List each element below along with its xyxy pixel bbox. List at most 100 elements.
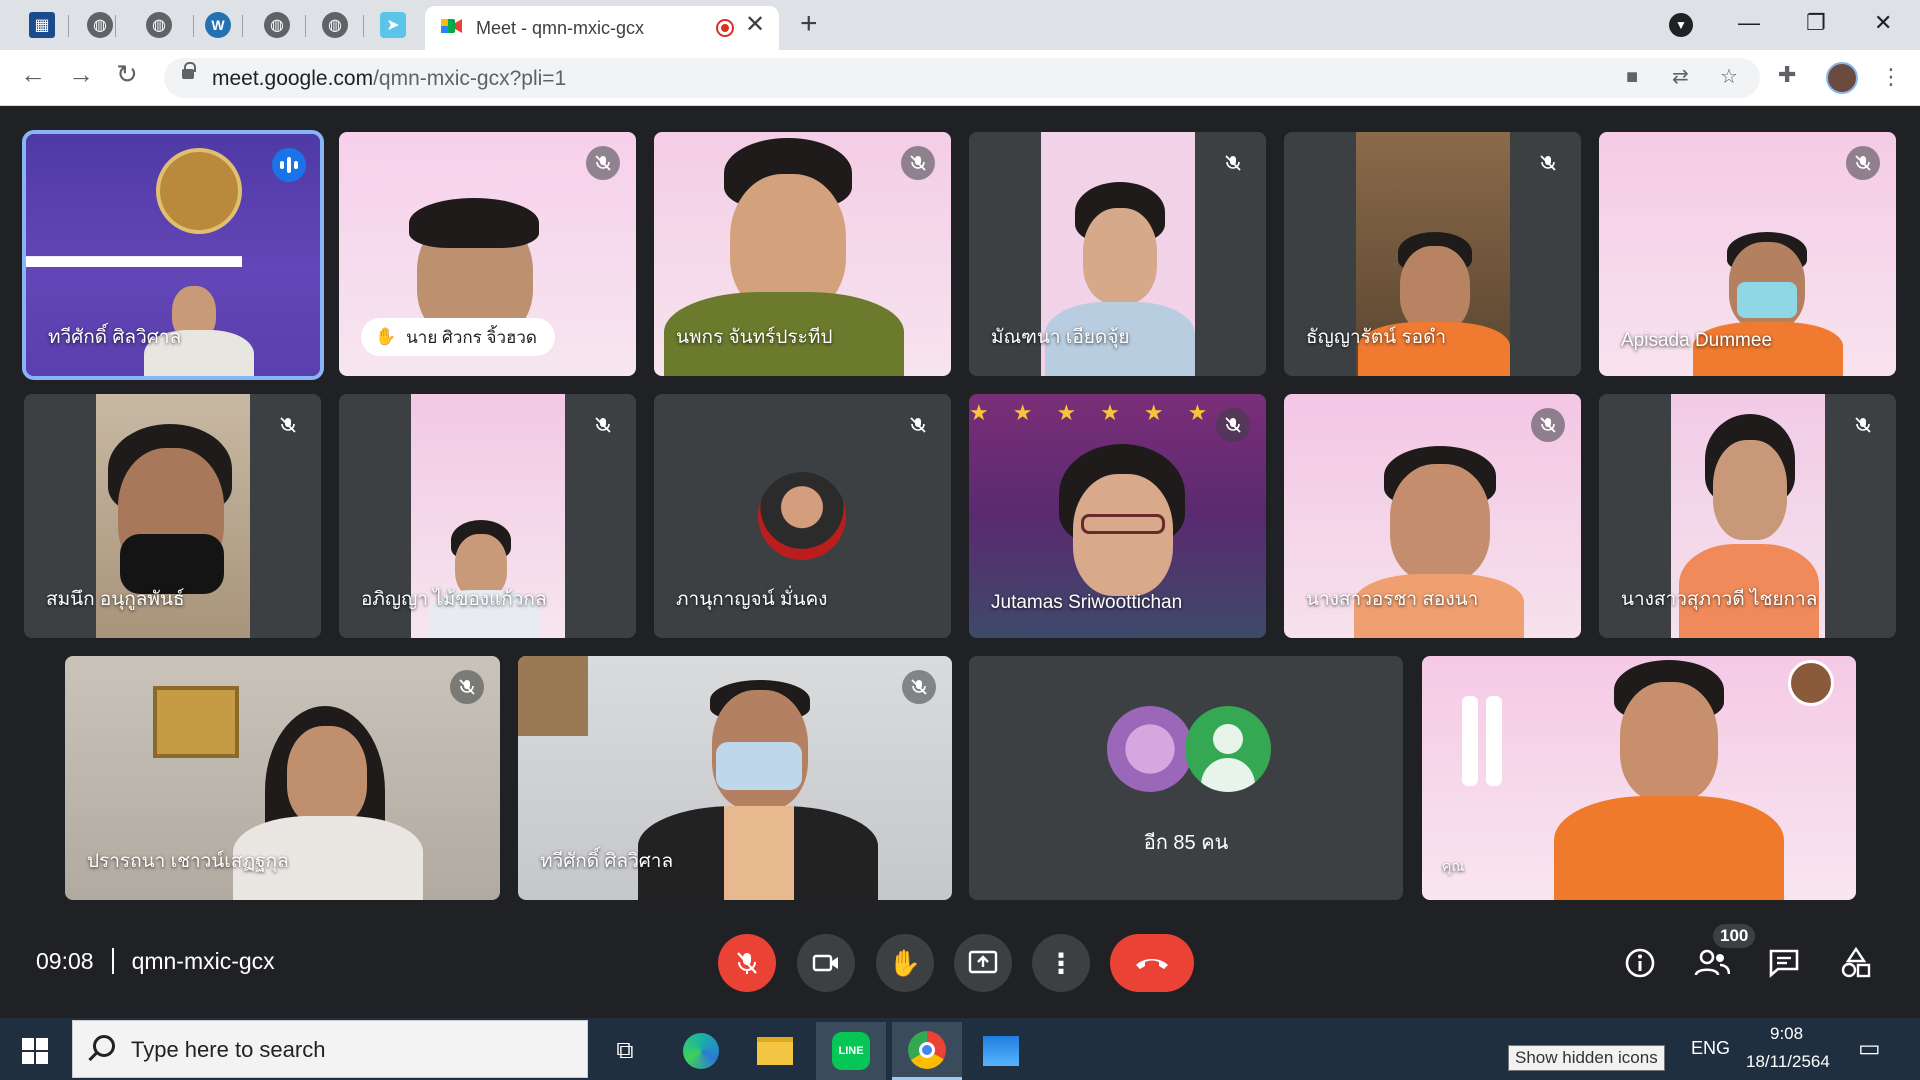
participant-tile[interactable]: นางสาวสุภาวดี ไชยกาล bbox=[1599, 394, 1896, 638]
mic-off-icon bbox=[737, 952, 757, 974]
participants-count-badge: 100 bbox=[1713, 924, 1756, 948]
translate-icon[interactable]: ⇄ bbox=[1672, 67, 1689, 87]
chat-button[interactable] bbox=[1766, 945, 1802, 981]
leave-call-button[interactable] bbox=[1110, 934, 1194, 992]
tab-google-meet[interactable]: Meet - qmn-mxic-gcx ✕ bbox=[425, 6, 779, 50]
others-tile[interactable]: อีก 85 คน bbox=[969, 656, 1403, 900]
reload-button[interactable]: ↻ bbox=[116, 61, 138, 87]
participant-tile[interactable]: ★★★★★★ Jutamas Sriwoottichan bbox=[969, 394, 1266, 638]
windows-start-button[interactable] bbox=[22, 1038, 48, 1064]
video-camera-icon bbox=[812, 954, 838, 972]
clock-time[interactable]: 9:08 bbox=[1770, 1024, 1803, 1044]
task-view-button[interactable]: ⧉ bbox=[590, 1022, 660, 1080]
taskbar-app-edge[interactable] bbox=[666, 1022, 736, 1080]
wordpress-icon[interactable]: W bbox=[205, 12, 231, 38]
mic-off-icon bbox=[1531, 408, 1565, 442]
participant-tile[interactable]: ปรารถนา เชาวน์เสฏฐกุล bbox=[65, 656, 500, 900]
taskbar-app-chrome[interactable] bbox=[892, 1022, 962, 1080]
globe-icon[interactable]: ◍ bbox=[146, 12, 172, 38]
tab-divider bbox=[115, 15, 116, 37]
meeting-info: 09:08 qmn-mxic-gcx bbox=[36, 948, 275, 975]
restore-button[interactable]: ❐ bbox=[1806, 10, 1826, 36]
self-view-tile[interactable]: คุณ bbox=[1422, 656, 1856, 900]
bird-icon[interactable]: ➤ bbox=[380, 12, 406, 38]
participant-tile[interactable]: Apisada Dummee bbox=[1599, 132, 1896, 376]
speaking-indicator-icon bbox=[272, 148, 306, 182]
edge-icon bbox=[683, 1033, 719, 1069]
globe-icon[interactable]: ◍ bbox=[264, 12, 290, 38]
globe-icon[interactable]: ◍ bbox=[87, 12, 113, 38]
taskbar-app-file-explorer[interactable] bbox=[740, 1022, 810, 1080]
participant-tile[interactable]: มัณฑนา เอียดจุ้ย bbox=[969, 132, 1266, 376]
participant-avatar bbox=[758, 472, 846, 560]
meeting-details-button[interactable] bbox=[1622, 945, 1658, 981]
participant-tile[interactable]: ▬▬▬▬▬▬ ทวีศักดิ์ ศิลวิศาล bbox=[26, 134, 320, 376]
mic-off-icon bbox=[1846, 408, 1880, 442]
mic-off-icon bbox=[586, 408, 620, 442]
participant-name: นาย ศิวกร จิ้วฮวด bbox=[406, 327, 537, 347]
clock-date[interactable]: 18/11/2564 bbox=[1746, 1052, 1830, 1072]
participant-tile[interactable]: ทวีศักดิ์ ศิลวิศาล bbox=[518, 656, 952, 900]
glasses bbox=[1081, 514, 1165, 534]
new-tab-button[interactable]: + bbox=[800, 9, 818, 39]
participant-tile[interactable]: สมนึก อนุกูลพันธ์ bbox=[24, 394, 321, 638]
close-window-button[interactable]: ✕ bbox=[1874, 10, 1892, 36]
meeting-time: 09:08 bbox=[36, 948, 94, 974]
globe-icon[interactable]: ◍ bbox=[322, 12, 348, 38]
lock-icon[interactable] bbox=[182, 62, 196, 79]
back-button[interactable]: ← bbox=[20, 61, 46, 87]
tab-divider bbox=[363, 15, 364, 37]
participant-name: นางสาวอรชา สองนา bbox=[1306, 589, 1479, 610]
present-screen-button[interactable] bbox=[954, 934, 1012, 992]
participant-name: ทวีศักดิ์ ศิลวิศาล bbox=[48, 327, 182, 348]
participant-tile[interactable]: ภานุกาญจน์ มั่นคง bbox=[654, 394, 951, 638]
person-face bbox=[1400, 246, 1470, 332]
face-mask bbox=[1737, 282, 1797, 318]
raise-hand-button[interactable]: ✋ bbox=[876, 934, 934, 992]
participant-name: นพกร จันทร์ประทีป bbox=[676, 327, 833, 348]
participant-name: ภานุกาญจน์ มั่นคง bbox=[676, 589, 828, 610]
phone-hangup-icon bbox=[1136, 959, 1168, 969]
calendar-icon[interactable]: ▦ bbox=[29, 12, 55, 38]
chef-figure bbox=[1486, 696, 1502, 786]
banner-graphic: ▬▬▬▬▬▬ bbox=[26, 234, 242, 274]
tab-divider bbox=[193, 15, 194, 37]
camera-icon[interactable]: ■ bbox=[1626, 67, 1638, 87]
participant-name: อภิญญา ไม้ของแก้วกล bbox=[361, 589, 547, 610]
people-icon bbox=[1694, 949, 1730, 976]
activities-button[interactable] bbox=[1838, 945, 1874, 981]
taskbar-search-input[interactable]: Type here to search bbox=[72, 1020, 588, 1078]
profile-avatar[interactable] bbox=[1826, 62, 1858, 94]
browser-menu-icon[interactable]: ⋮ bbox=[1880, 64, 1902, 90]
meeting-code: qmn-mxic-gcx bbox=[131, 948, 275, 974]
address-bar-row: ← → ↻ meet.google.com/qmn-mxic-gcx?pli=1… bbox=[0, 50, 1920, 106]
camera-toggle-button[interactable] bbox=[797, 934, 855, 992]
url-input[interactable]: meet.google.com/qmn-mxic-gcx?pli=1 ■ ⇄ ☆ bbox=[164, 58, 1760, 98]
minimize-button[interactable]: — bbox=[1738, 10, 1760, 36]
chrome-icon bbox=[908, 1030, 946, 1069]
participant-tile[interactable]: ธัญญารัตน์ รอดำ bbox=[1284, 132, 1581, 376]
forward-button[interactable]: → bbox=[68, 61, 94, 87]
participant-tile[interactable]: นางสาวอรชา สองนา bbox=[1284, 394, 1581, 638]
notifications-icon[interactable]: ▭ bbox=[1858, 1034, 1881, 1063]
chef-figure bbox=[1462, 696, 1478, 786]
participant-tile[interactable]: นพกร จันทร์ประทีป bbox=[654, 132, 951, 376]
input-language-indicator[interactable]: ENG bbox=[1691, 1038, 1730, 1059]
hand-icon: ✋ bbox=[888, 947, 922, 978]
participants-button[interactable] bbox=[1694, 945, 1730, 981]
more-options-button[interactable]: ⋮ bbox=[1032, 934, 1090, 992]
browser-tab-strip: ▦ ◍ ◍ W ◍ ◍ ➤ Meet - qmn-mxic-gcx ✕ + ▼ … bbox=[0, 0, 1920, 50]
participant-name: Apisada Dummee bbox=[1621, 330, 1773, 351]
taskbar-app-line[interactable]: LINE bbox=[816, 1022, 886, 1080]
extensions-icon[interactable]: ✚ bbox=[1778, 64, 1796, 86]
mic-off-icon bbox=[1846, 146, 1880, 180]
participant-tile[interactable]: อภิญญา ไม้ของแก้วกล bbox=[339, 394, 636, 638]
search-tabs-icon[interactable]: ▼ bbox=[1669, 13, 1693, 37]
microphone-toggle-button[interactable] bbox=[718, 934, 776, 992]
photos-icon bbox=[983, 1036, 1019, 1066]
close-tab-button[interactable]: ✕ bbox=[745, 13, 765, 37]
bookmark-star-icon[interactable]: ☆ bbox=[1720, 67, 1738, 87]
taskbar-app-photos[interactable] bbox=[966, 1022, 1036, 1080]
person-face bbox=[1620, 682, 1718, 802]
participant-tile[interactable]: ✋ นาย ศิวกร จิ้วฮวด bbox=[339, 132, 636, 376]
